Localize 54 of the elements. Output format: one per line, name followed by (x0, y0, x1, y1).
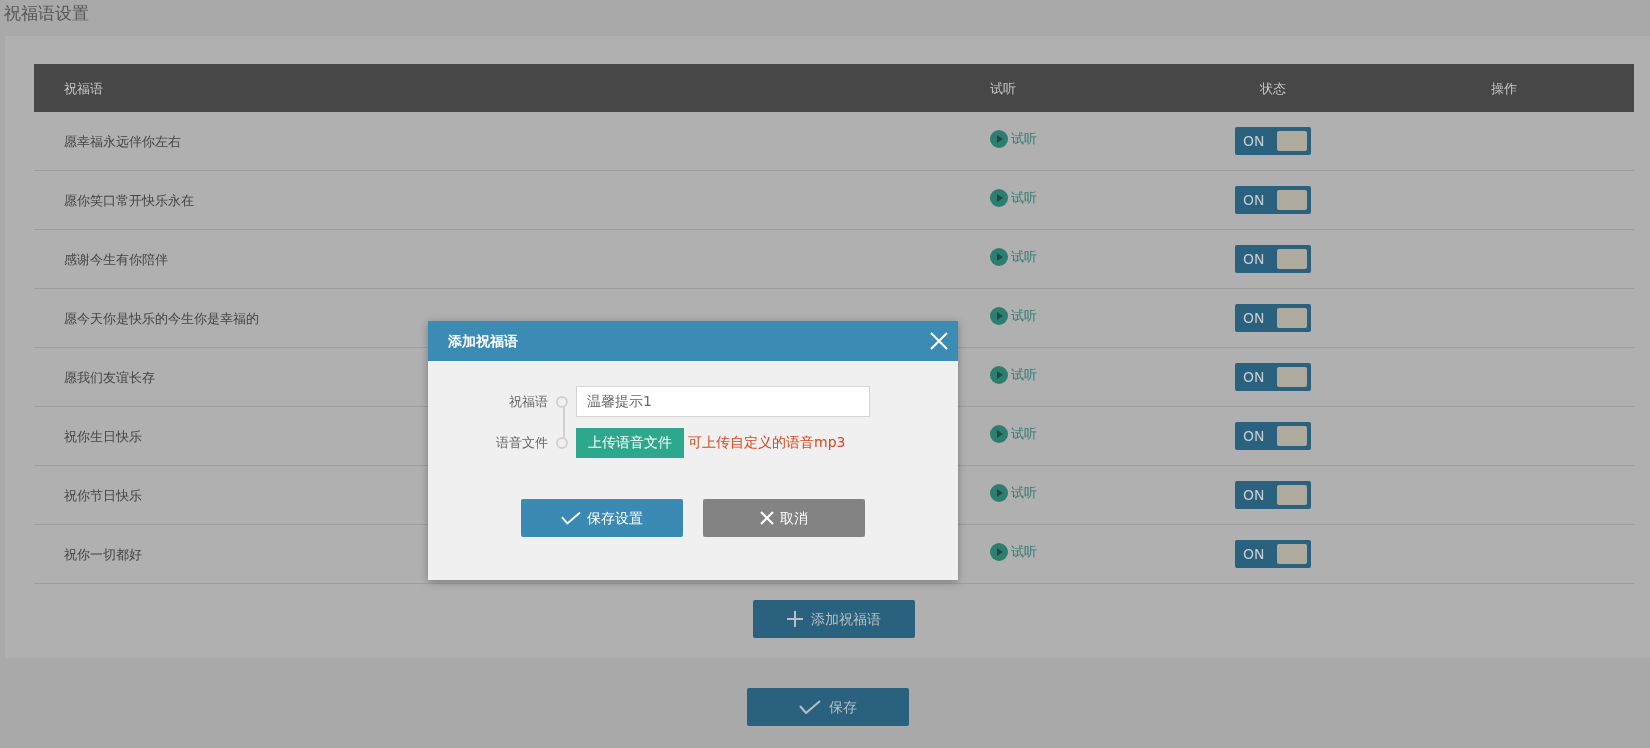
blessing-text: 感谢今生有你陪伴 (64, 251, 168, 267)
blessing-text: 愿我们友谊长存 (64, 369, 155, 385)
save-settings-button[interactable]: 保存设置 (521, 499, 683, 537)
status-toggle[interactable]: ON (1235, 481, 1311, 510)
page-title: 祝福语设置 (3, 2, 90, 25)
close-icon (760, 511, 774, 525)
play-icon (990, 543, 1008, 561)
column-header: 状态 (1260, 79, 1286, 98)
save-button[interactable]: 保存 (746, 688, 909, 727)
listen-link[interactable]: 试听 (990, 188, 1037, 208)
listen-link[interactable]: 试听 (990, 542, 1037, 562)
status-toggle[interactable]: ON (1235, 540, 1311, 569)
status-toggle[interactable]: ON (1235, 127, 1311, 156)
blessing-text: 祝你节日快乐 (64, 487, 142, 503)
field-label: 语音文件 (495, 433, 548, 452)
plus-icon (787, 611, 803, 628)
step-dot-icon (556, 436, 568, 449)
upload-hint: 可上传自定义的语音mp3 (688, 433, 846, 452)
play-icon (990, 248, 1008, 266)
play-icon (990, 130, 1008, 148)
blessing-text: 愿你笑口常开快乐永在 (64, 192, 194, 208)
listen-link[interactable]: 试听 (990, 129, 1037, 149)
upload-button[interactable]: 上传语音文件 (576, 427, 684, 458)
status-toggle[interactable]: ON (1235, 186, 1311, 215)
blessing-text: 愿幸福永远伴你左右 (64, 133, 181, 149)
listen-link[interactable]: 试听 (990, 306, 1037, 326)
column-header: 操作 (1490, 80, 1517, 96)
blessing-text: 愿今天你是快乐的今生你是幸福的 (64, 310, 259, 326)
play-icon (990, 307, 1008, 325)
check-icon (561, 511, 581, 525)
cancel-button[interactable]: 取消 (703, 499, 865, 537)
blessing-input[interactable]: 温馨提示1 (576, 386, 870, 417)
add-blessing-button[interactable]: 添加祝福语 (753, 600, 915, 639)
play-icon (990, 484, 1008, 502)
blessing-text: 祝你生日快乐 (64, 428, 142, 444)
listen-link[interactable]: 试听 (990, 424, 1037, 444)
blessing-text: 祝你一切都好 (64, 546, 142, 562)
listen-link[interactable]: 试听 (990, 483, 1037, 503)
play-icon (990, 425, 1008, 443)
field-label: 祝福语 (508, 392, 548, 411)
listen-link[interactable]: 试听 (990, 365, 1037, 385)
listen-link[interactable]: 试听 (990, 247, 1037, 267)
check-icon (798, 700, 821, 715)
column-header: 祝福语 (64, 80, 103, 96)
status-toggle[interactable]: ON (1235, 245, 1311, 274)
column-header: 试听 (990, 80, 1016, 96)
status-toggle[interactable]: ON (1235, 363, 1311, 392)
play-icon (990, 366, 1008, 384)
status-toggle[interactable]: ON (1235, 304, 1311, 333)
play-icon (990, 189, 1008, 207)
dialog-title: 添加祝福语 (448, 331, 518, 351)
close-icon[interactable] (930, 332, 948, 350)
status-toggle[interactable]: ON (1235, 422, 1311, 451)
step-dot-icon (556, 395, 568, 408)
